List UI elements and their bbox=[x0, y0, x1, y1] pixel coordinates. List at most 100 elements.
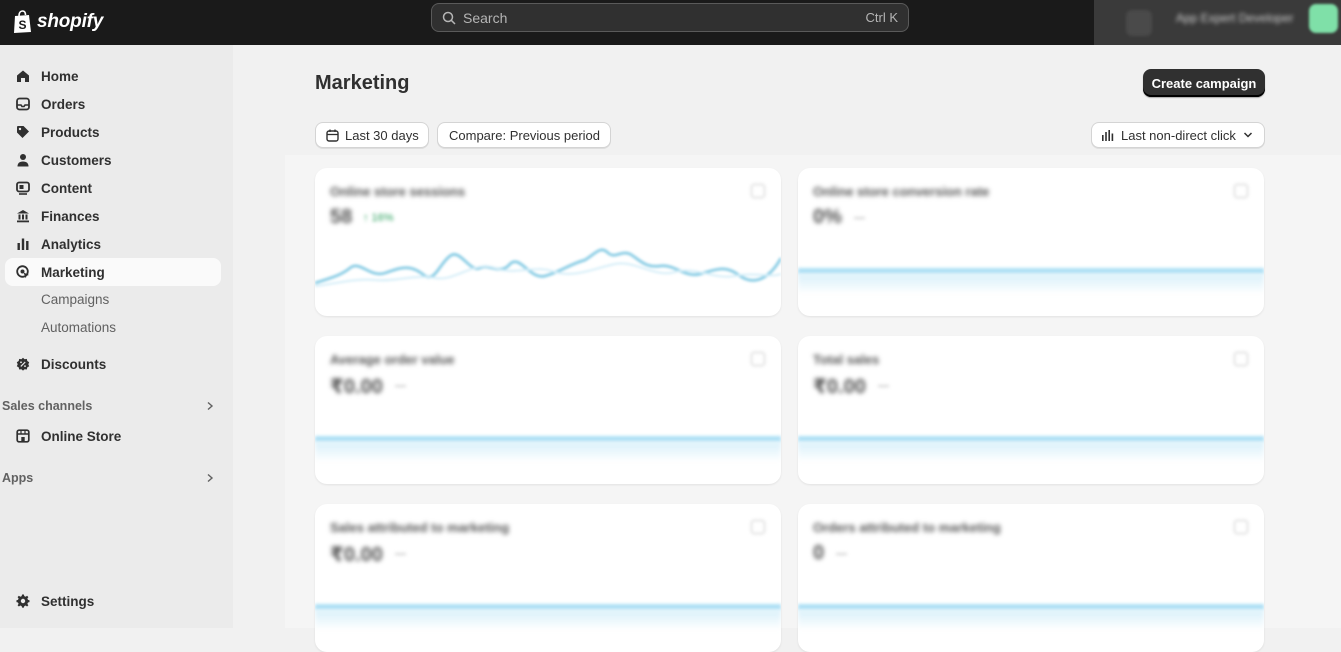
search-input[interactable]: Search Ctrl K bbox=[431, 3, 909, 32]
page-title: Marketing bbox=[315, 72, 410, 94]
logo-text: shopify bbox=[37, 11, 104, 32]
sidebar-item-label: Content bbox=[41, 180, 92, 196]
metric-fill bbox=[798, 610, 1264, 630]
sidebar-item-online-store[interactable]: Online Store bbox=[5, 422, 221, 450]
sidebar: Home Orders Products Customers Content F… bbox=[0, 45, 233, 628]
sidebar-item-label: Products bbox=[41, 124, 100, 140]
sidebar-item-label: Orders bbox=[41, 96, 86, 112]
metric-title: Total sales bbox=[813, 352, 880, 367]
sidebar-item-home[interactable]: Home bbox=[5, 62, 221, 90]
compare-period-button[interactable]: Compare: Previous period bbox=[437, 122, 611, 148]
metric-delta: — bbox=[854, 212, 865, 224]
main-content: Marketing Create campaign Last 30 days C… bbox=[233, 45, 1341, 652]
target-icon bbox=[15, 264, 31, 280]
sessions-sparkline bbox=[315, 248, 781, 287]
section-label: Apps bbox=[2, 471, 34, 485]
bank-icon bbox=[15, 208, 31, 224]
metric-fill bbox=[315, 442, 781, 462]
edit-icon[interactable] bbox=[1234, 520, 1248, 534]
edit-icon[interactable] bbox=[1234, 184, 1248, 198]
metric-card-total-sales[interactable]: Total sales ₹0.00 — bbox=[798, 336, 1264, 484]
svg-text:S: S bbox=[19, 18, 27, 32]
edit-icon[interactable] bbox=[1234, 352, 1248, 366]
metric-title: Orders attributed to marketing bbox=[813, 520, 1001, 535]
bar-chart-icon bbox=[1102, 129, 1114, 141]
avatar[interactable] bbox=[1309, 4, 1338, 33]
bar-chart-icon bbox=[15, 236, 31, 252]
metric-delta: ↑ 16% bbox=[363, 212, 394, 224]
gear-icon bbox=[15, 593, 31, 609]
metric-delta: — bbox=[395, 380, 406, 392]
sidebar-item-customers[interactable]: Customers bbox=[5, 146, 221, 174]
sidebar-item-label: Finances bbox=[41, 208, 100, 224]
shopify-logo[interactable]: S shopify bbox=[12, 6, 103, 38]
top-bar: S shopify Search Ctrl K App Expert Devel… bbox=[0, 0, 1341, 45]
account-area: App Expert Developer bbox=[1094, 0, 1341, 45]
sidebar-item-discounts[interactable]: Discounts bbox=[5, 350, 221, 378]
content-icon bbox=[15, 180, 31, 196]
sidebar-item-label: Home bbox=[41, 68, 79, 84]
date-range-button[interactable]: Last 30 days bbox=[315, 122, 429, 148]
metric-fill bbox=[315, 610, 781, 630]
chevron-right-icon bbox=[207, 473, 214, 483]
metric-value: ₹0.00 bbox=[330, 376, 383, 398]
section-label: Sales channels bbox=[2, 399, 93, 413]
sidebar-item-label: Online Store bbox=[41, 428, 122, 444]
edit-icon[interactable] bbox=[751, 184, 765, 198]
sidebar-item-orders[interactable]: Orders bbox=[5, 90, 221, 118]
store-name[interactable]: App Expert Developer bbox=[1176, 11, 1293, 25]
search-icon bbox=[442, 11, 456, 25]
shopping-bag-icon: S bbox=[14, 10, 31, 33]
person-icon bbox=[15, 152, 31, 168]
search-shortcut: Ctrl K bbox=[865, 10, 899, 25]
metric-card-orders-attributed[interactable]: Orders attributed to marketing 0 — bbox=[798, 504, 1264, 652]
metric-card-sessions[interactable]: Online store sessions 58 ↑ 16% bbox=[315, 168, 781, 316]
create-campaign-button[interactable]: Create campaign bbox=[1143, 69, 1265, 97]
metric-value: 58 bbox=[330, 206, 353, 228]
metric-fill bbox=[798, 274, 1264, 294]
sidebar-subitem-automations[interactable]: Automations bbox=[41, 320, 116, 335]
sidebar-item-products[interactable]: Products bbox=[5, 118, 221, 146]
sidebar-item-label: Customers bbox=[41, 152, 112, 168]
sidebar-item-finances[interactable]: Finances bbox=[5, 202, 221, 230]
metric-value: 0% bbox=[813, 206, 842, 228]
sidebar-item-settings[interactable]: Settings bbox=[5, 587, 221, 615]
sidebar-item-marketing[interactable]: Marketing bbox=[5, 258, 221, 286]
metric-title: Sales attributed to marketing bbox=[330, 520, 510, 535]
sidebar-item-label: Settings bbox=[41, 593, 95, 609]
compare-period-label: Compare: Previous period bbox=[449, 127, 601, 143]
chevron-down-icon bbox=[1243, 132, 1252, 138]
metric-title: Average order value bbox=[330, 352, 455, 367]
sidebar-item-label: Discounts bbox=[41, 356, 107, 372]
calendar-icon bbox=[326, 129, 339, 142]
discount-icon bbox=[15, 356, 31, 372]
sidebar-item-label: Marketing bbox=[41, 264, 105, 280]
date-range-label: Last 30 days bbox=[345, 127, 419, 143]
sidebar-item-content[interactable]: Content bbox=[5, 174, 221, 202]
metric-card-average-order-value[interactable]: Average order value ₹0.00 — bbox=[315, 336, 781, 484]
metric-card-sales-attributed[interactable]: Sales attributed to marketing ₹0.00 — bbox=[315, 504, 781, 652]
apps-section[interactable]: Apps bbox=[2, 471, 214, 485]
metric-title: Online store conversion rate bbox=[813, 184, 990, 199]
attribution-model-label: Last non-direct click bbox=[1121, 127, 1236, 143]
tag-icon bbox=[15, 124, 31, 140]
edit-icon[interactable] bbox=[751, 520, 765, 534]
sales-channels-section[interactable]: Sales channels bbox=[2, 399, 214, 413]
home-icon bbox=[15, 68, 31, 84]
sidebar-item-label: Analytics bbox=[41, 236, 102, 252]
metric-value: ₹0.00 bbox=[813, 376, 866, 398]
metric-fill bbox=[798, 442, 1264, 462]
edit-icon[interactable] bbox=[751, 352, 765, 366]
metric-value: ₹0.00 bbox=[330, 544, 383, 566]
attribution-model-button[interactable]: Last non-direct click bbox=[1091, 122, 1265, 148]
storefront-icon bbox=[15, 428, 31, 444]
chevron-right-icon bbox=[207, 401, 214, 411]
metric-delta: — bbox=[395, 548, 406, 560]
bell-icon[interactable] bbox=[1126, 10, 1152, 36]
metric-title: Online store sessions bbox=[330, 184, 466, 199]
sidebar-subitem-campaigns[interactable]: Campaigns bbox=[41, 292, 109, 307]
metric-card-conversion-rate[interactable]: Online store conversion rate 0% — bbox=[798, 168, 1264, 316]
sidebar-item-analytics[interactable]: Analytics bbox=[5, 230, 221, 258]
orders-icon bbox=[15, 96, 31, 112]
metric-delta: — bbox=[836, 548, 847, 560]
